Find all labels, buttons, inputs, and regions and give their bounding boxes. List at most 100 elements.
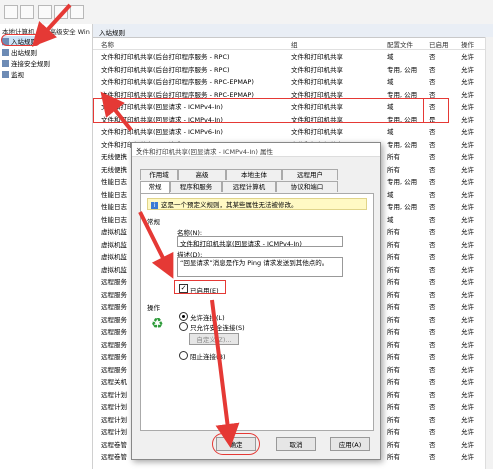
vertical-scrollbar[interactable] (485, 37, 493, 469)
allow-connection-radio[interactable] (179, 312, 188, 321)
cell-name: 远程服务 (101, 353, 127, 361)
tab-advanced[interactable]: 高级 (178, 169, 226, 180)
cell-profile: 所有 (387, 415, 400, 424)
block-connection-radio[interactable] (179, 351, 188, 360)
cell-name: 远程卷管 (101, 453, 127, 461)
tab-scope[interactable]: 作用域 (140, 169, 178, 180)
connection-security-icon (2, 59, 9, 67)
cell-profile: 所有 (387, 278, 400, 286)
tree-item-label: 出站规则 (11, 49, 37, 57)
cell-name: 远程计划 (101, 403, 127, 411)
rule-name-field[interactable]: 文件和打印机共享(回显请求 - ICMPv4-In) (177, 236, 343, 248)
cell-profile: 所有 (387, 165, 400, 174)
allow-connection-label: 允许连接(L) (190, 314, 225, 322)
cell-profile: 域 (387, 215, 394, 224)
cell-name: 虚拟机监 (101, 253, 127, 261)
cell-profile: 所有 (387, 290, 400, 299)
column-action[interactable]: 操作 (461, 39, 474, 49)
cell-enabled: 否 (429, 440, 436, 449)
cell-action: 允许 (461, 203, 474, 211)
cell-profile: 所有 (387, 265, 400, 274)
outbound-rules-icon (2, 48, 9, 56)
cell-profile: 专用, 公用 (387, 90, 418, 99)
tree-item-connection-security[interactable]: 连接安全规则 (2, 58, 50, 68)
cell-profile: 所有 (387, 315, 400, 324)
cell-name: 远程关机 (101, 378, 127, 386)
cell-enabled: 否 (429, 128, 436, 136)
cell-enabled: 否 (429, 90, 436, 99)
forward-icon[interactable] (20, 5, 34, 19)
cell-action: 允许 (461, 378, 474, 386)
back-icon[interactable] (4, 5, 18, 19)
customize-button[interactable]: 自定义(Z)... (189, 333, 239, 345)
column-enabled[interactable]: 已启用 (429, 39, 449, 49)
tab-remote-computers[interactable]: 远程计算机 (222, 181, 276, 192)
apply-button[interactable]: 应用(A) (330, 437, 370, 451)
column-name[interactable]: 名称 (101, 39, 114, 49)
cell-action: 允许 (461, 315, 474, 324)
cell-profile: 所有 (387, 378, 400, 386)
tab-local-principals[interactable]: 本地主体 (226, 169, 282, 180)
cell-profile: 所有 (387, 390, 400, 399)
cell-profile: 所有 (387, 153, 400, 161)
allow-secure-radio[interactable] (179, 322, 188, 331)
cell-name: 远程服务 (101, 340, 127, 349)
help-icon[interactable] (70, 5, 84, 19)
cell-profile: 所有 (387, 353, 400, 361)
tree-item-outbound-rules[interactable]: 出站规则 (2, 47, 37, 57)
cell-name: 远程计划 (101, 390, 127, 399)
cell-action: 允许 (461, 403, 474, 411)
tree-item-label: 监视 (11, 71, 24, 79)
highlight-enabled-column (423, 98, 449, 123)
tab-programs-services[interactable]: 程序和服务 (170, 181, 222, 192)
info-banner: i 这是一个预定义规则，其某些属性无法被修改。 (147, 198, 367, 210)
cell-action: 允许 (461, 140, 474, 149)
cell-profile: 域 (387, 53, 394, 61)
cell-action: 允许 (461, 90, 474, 99)
cell-action: 允许 (461, 290, 474, 299)
cell-action: 允许 (461, 128, 474, 136)
cell-enabled: 否 (429, 290, 436, 299)
properties-icon[interactable] (54, 5, 68, 19)
cell-enabled: 否 (429, 253, 436, 261)
cell-profile: 专用, 公用 (387, 203, 418, 211)
cell-name: 虚拟机监 (101, 240, 127, 249)
highlight-inbound-rules (1, 34, 41, 46)
description-field[interactable]: “回显请求”消息是作为 Ping 请求发送到其他点的。 (177, 257, 343, 277)
tab-general[interactable]: 常规 (140, 181, 170, 193)
column-group[interactable]: 组 (291, 39, 298, 49)
cell-enabled: 否 (429, 315, 436, 324)
cell-enabled: 否 (429, 165, 436, 174)
cell-enabled: 否 (429, 340, 436, 349)
recycle-icon: ♻ (151, 316, 164, 332)
cell-name: 远程计划 (101, 415, 127, 424)
cell-name: 文件和打印机共享(后台打印程序服务 - RPC-EPMAP) (101, 78, 254, 86)
cell-action: 允许 (461, 165, 474, 174)
cell-profile: 专用, 公用 (387, 65, 418, 74)
action-group-label: 操作 (147, 304, 160, 312)
cell-enabled: 否 (429, 328, 436, 336)
column-profile[interactable]: 配置文件 (387, 39, 413, 49)
table-row[interactable]: 文件和打印机共享(回显请求 - ICMPv6-In) 文件和打印机共享 域 否 允许 (93, 124, 493, 137)
cell-profile: 所有 (387, 340, 400, 349)
table-row[interactable]: 文件和打印机共享(后台打印程序服务 - RPC) 文件和打印机共享 域 否 允许 (93, 49, 493, 62)
rule-properties-dialog: 文件和打印机共享(回显请求 - ICMPv4-In) 属性 ✕ 作用域 高级 本… (131, 142, 381, 460)
tab-remote-users[interactable]: 远程用户 (282, 169, 338, 180)
table-row[interactable]: 文件和打印机共享(后台打印程序服务 - RPC-EPMAP) 文件和打印机共享 域 否… (93, 74, 493, 87)
cell-enabled: 否 (429, 65, 436, 74)
tab-protocols-ports[interactable]: 协议和端口 (276, 181, 338, 192)
tree-item-monitor[interactable]: 监视 (2, 69, 24, 79)
panel-header: 入站规则 (93, 24, 493, 38)
cell-name: 虚拟机监 (101, 228, 127, 236)
cell-enabled: 否 (429, 78, 436, 86)
cell-name: 文件和打印机共享(后台打印程序服务 - RPC-EPMAP) (101, 90, 254, 99)
cell-profile: 所有 (387, 240, 400, 249)
table-row[interactable]: 文件和打印机共享(后台打印程序服务 - RPC) 文件和打印机共享 专用, 公用 否 允… (93, 62, 493, 75)
cell-enabled: 否 (429, 240, 436, 249)
close-icon[interactable]: ✕ (136, 146, 376, 154)
folder-icon[interactable] (38, 5, 52, 19)
cancel-button[interactable]: 取消 (276, 437, 316, 451)
cell-action: 允许 (461, 278, 474, 286)
info-icon: i (151, 201, 158, 209)
cell-name: 文件和打印机共享(回显请求 - ICMPv6-In) (101, 128, 223, 136)
